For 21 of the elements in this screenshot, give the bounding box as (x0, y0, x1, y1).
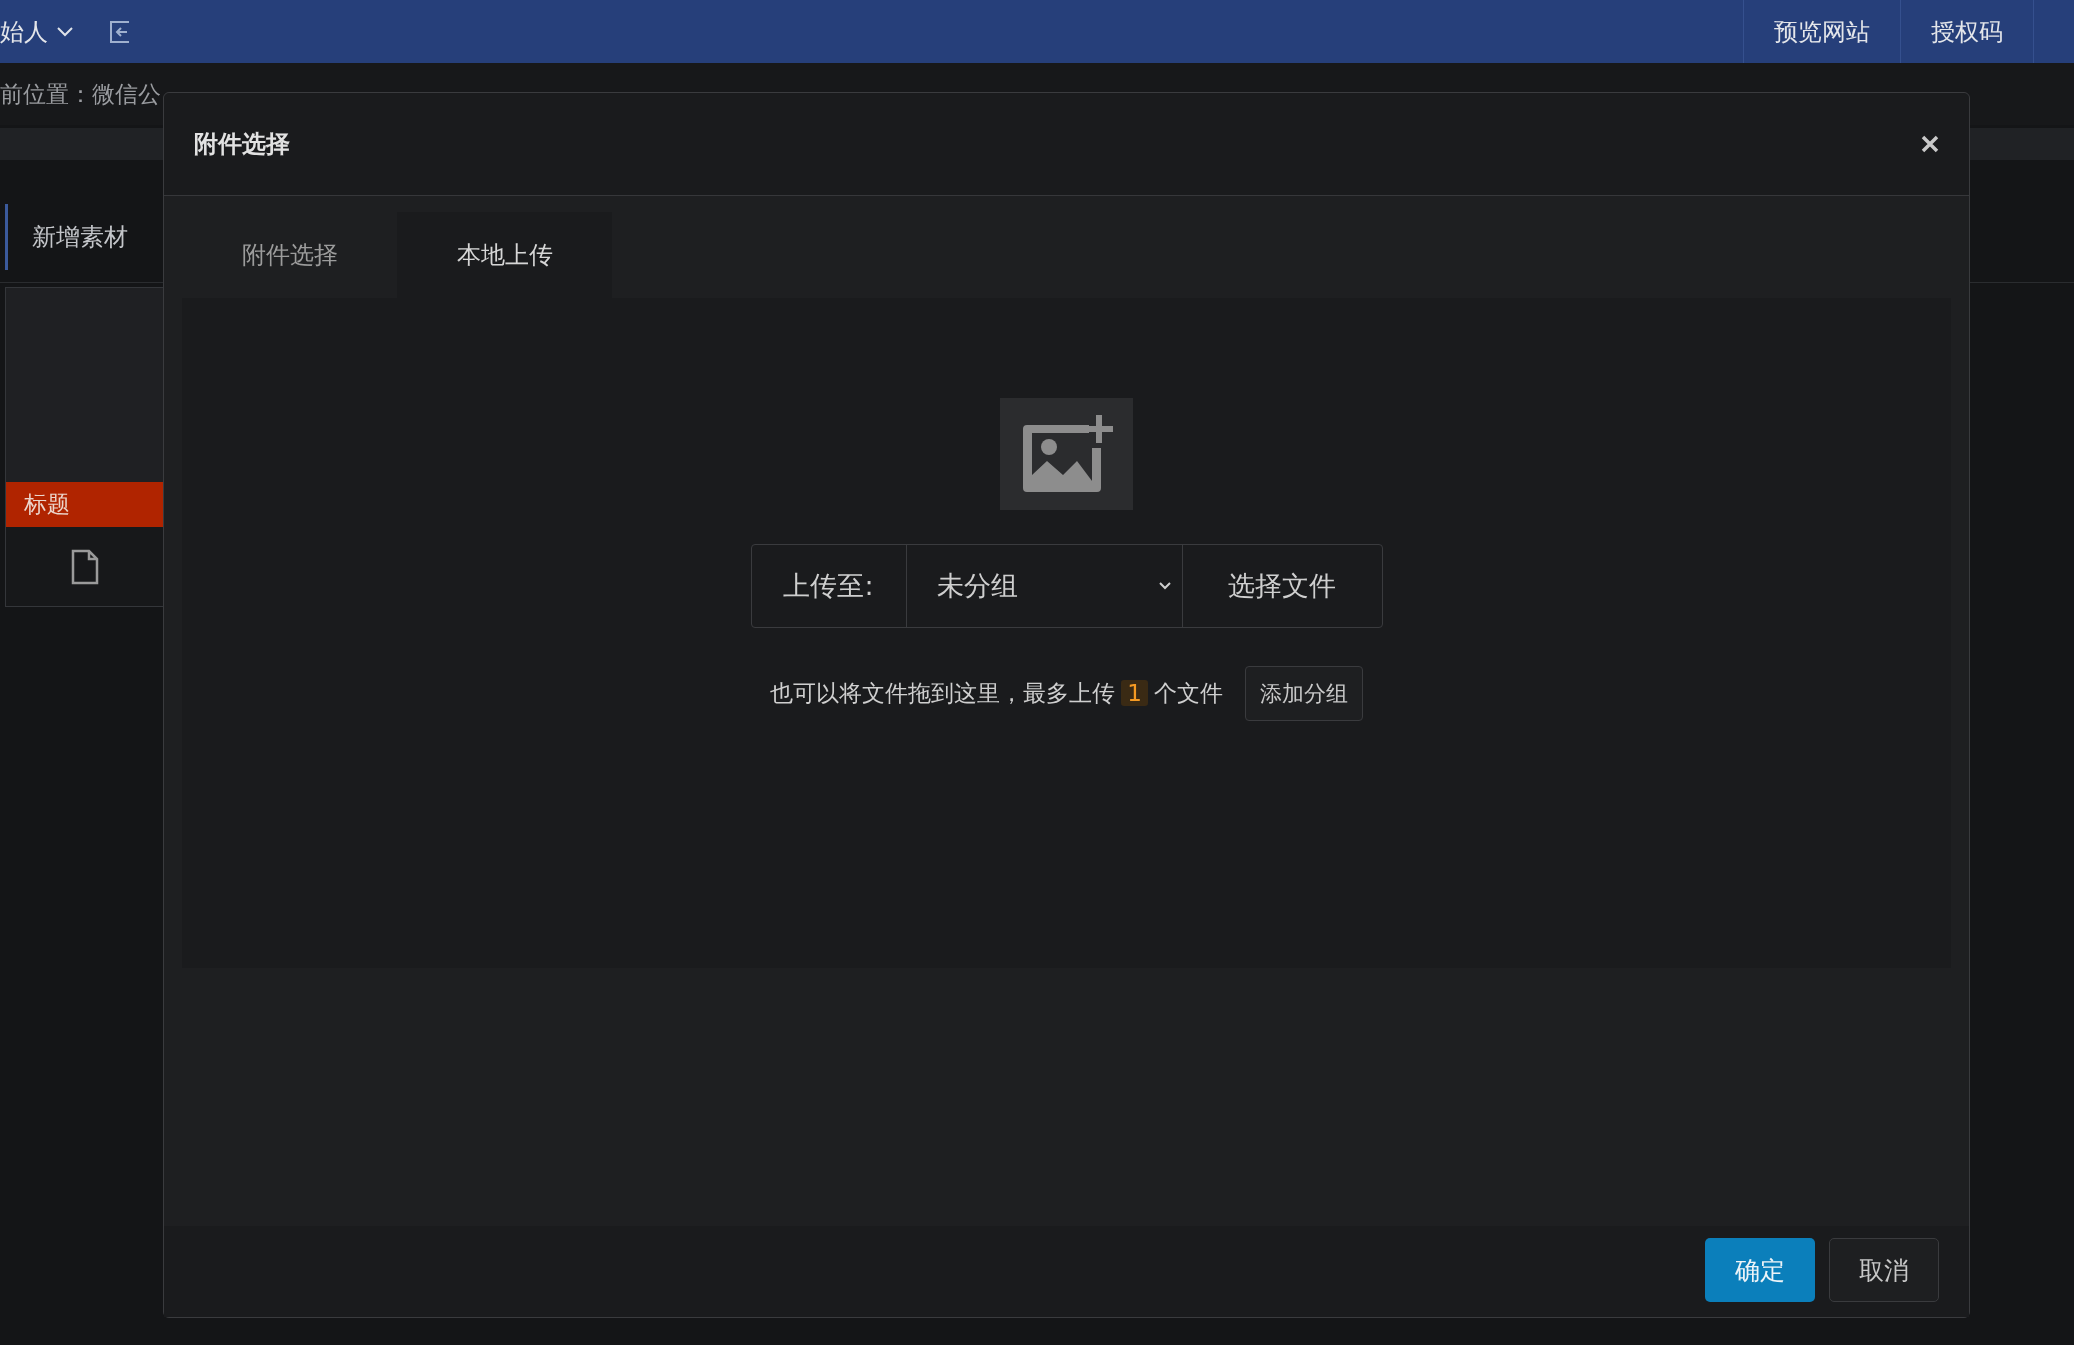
file-icon (71, 548, 99, 585)
cancel-button[interactable]: 取消 (1829, 1238, 1939, 1302)
confirm-button[interactable]: 确定 (1705, 1238, 1815, 1302)
add-group-button[interactable]: 添加分组 (1244, 666, 1363, 721)
breadcrumb: 前位置：微信公 (0, 79, 161, 109)
page-tab[interactable]: 新增素材 (5, 204, 152, 270)
add-image-tile[interactable] (1000, 398, 1133, 510)
card-title: 标题 (6, 482, 164, 527)
dialog-title: 附件选择 (194, 129, 291, 160)
upload-hint: 也可以将文件拖到这里，最多上传 1 个文件 (770, 679, 1223, 708)
choose-file-button[interactable]: 选择文件 (1182, 545, 1382, 627)
upload-to-label: 上传至: (751, 545, 907, 627)
upload-area[interactable]: 上传至: 未分组 选择文件 也可以将文件拖到这里，最多上传 1 个文件 添加分组 (182, 298, 1951, 968)
close-button[interactable] (1921, 135, 1939, 153)
dialog-tab[interactable]: 本地上传 (397, 212, 612, 298)
user-menu[interactable]: 始人 (0, 15, 74, 48)
dialog-tab[interactable]: 附件选择 (182, 212, 397, 298)
close-icon (1921, 135, 1939, 153)
chevron-down-icon (56, 25, 74, 38)
collapse-icon[interactable] (108, 19, 132, 44)
chevron-down-icon (1157, 581, 1172, 591)
